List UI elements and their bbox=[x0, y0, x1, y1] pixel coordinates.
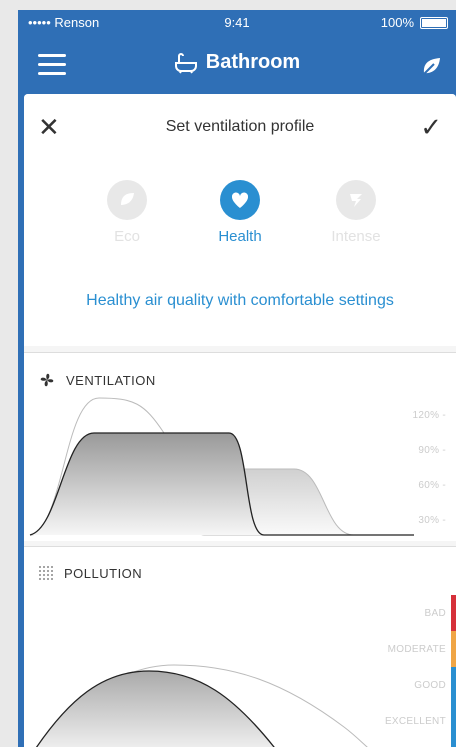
pollution-section: POLLUTION BAD MODERATE GOOD EXCELLENT bbox=[24, 546, 456, 747]
pollution-chart bbox=[35, 664, 368, 747]
profile-eco-label: Eco bbox=[114, 228, 140, 245]
profile-health[interactable]: Health bbox=[185, 180, 295, 245]
intense-icon bbox=[336, 180, 376, 220]
profile-intense[interactable]: Intense bbox=[301, 180, 411, 245]
battery-status: 100% bbox=[381, 15, 448, 30]
ventilation-chart bbox=[29, 397, 414, 536]
profile-health-label: Health bbox=[218, 228, 262, 245]
room-title: Bathroom bbox=[18, 51, 456, 74]
bathtub-icon bbox=[174, 52, 197, 74]
leaf-icon[interactable] bbox=[420, 56, 442, 78]
ventilation-profile-sheet: ✕ Set ventilation profile ✓ Eco Health I… bbox=[24, 94, 456, 747]
pollution-curve-health bbox=[35, 670, 275, 747]
leaf-icon bbox=[107, 180, 147, 220]
confirm-button[interactable]: ✓ bbox=[420, 112, 442, 143]
profile-selector: Eco Health Intense bbox=[24, 180, 456, 260]
ventilation-section: VENTILATION 120% - 90% - 60% - 30% - bbox=[24, 352, 456, 541]
nav-bar: Bathroom bbox=[18, 36, 456, 94]
battery-icon bbox=[420, 16, 448, 29]
battery-percent: 100% bbox=[380, 15, 414, 30]
ventilation-curve-health bbox=[29, 432, 414, 536]
heart-icon bbox=[220, 180, 260, 220]
room-title-text: Bathroom bbox=[205, 51, 301, 73]
profile-intense-label: Intense bbox=[331, 228, 381, 245]
profile-description: Healthy air quality with comfortable set… bbox=[86, 292, 394, 309]
sheet-title: Set ventilation profile bbox=[165, 118, 315, 135]
status-bar: ••••• Renson 9:41 100% bbox=[18, 10, 456, 34]
profile-header: ✕ Set ventilation profile ✓ Eco Health I… bbox=[24, 94, 456, 346]
profile-eco[interactable]: Eco bbox=[72, 180, 182, 245]
app-screen: ••••• Renson 9:41 100% Bathroom ✕ Set ve… bbox=[18, 10, 456, 747]
